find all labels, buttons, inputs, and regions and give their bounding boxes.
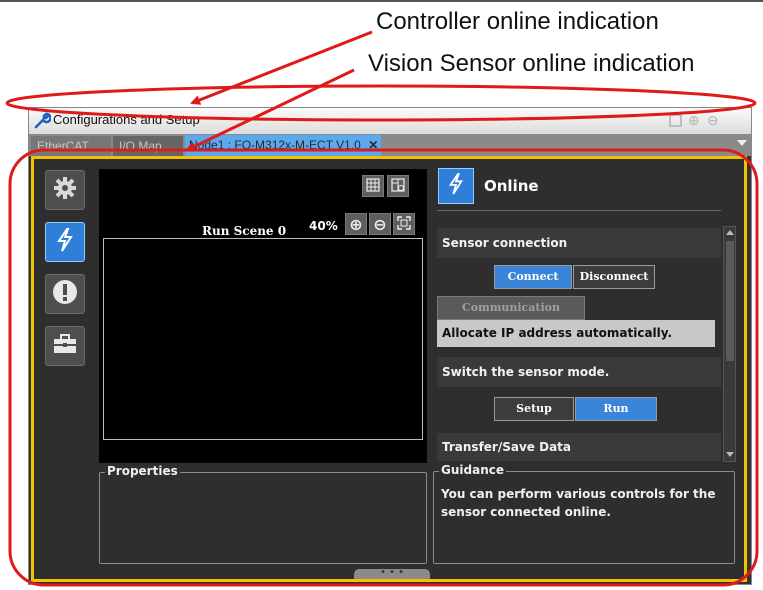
annotation-overlay <box>5 30 759 587</box>
controller-arrow <box>190 30 373 105</box>
controller-online-ellipse <box>5 84 757 122</box>
vision-online-rect <box>8 148 759 587</box>
vision-arrow <box>185 68 355 152</box>
